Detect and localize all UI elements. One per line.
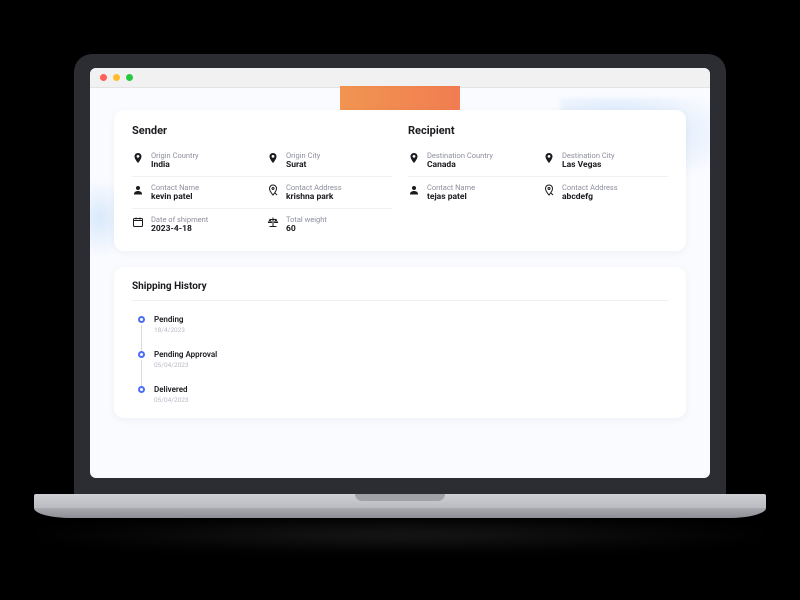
recipient-contact-address-field: Contact Address abcdefg: [543, 183, 668, 202]
recipient-section: Recipient Destination Country Canada: [408, 124, 668, 241]
dest-city-label: Destination City: [562, 151, 615, 160]
page-content: Sender Origin Country India: [90, 88, 710, 478]
sender-contact-name-field: Contact Name kevin patel: [132, 183, 257, 202]
timeline-dot-icon: [138, 351, 145, 358]
recipient-contact-address-label: Contact Address: [562, 183, 618, 192]
sender-contact-name-label: Contact Name: [151, 183, 199, 192]
sender-contact-address-value: krishna park: [286, 192, 342, 202]
origin-city-value: Surat: [286, 160, 320, 170]
shipment-date-label: Date of shipment: [151, 215, 208, 224]
person-icon: [132, 184, 144, 196]
sender-contact-address-field: Contact Address krishna park: [267, 183, 392, 202]
shipment-date-value: 2023-4-18: [151, 224, 208, 234]
recipient-contact-name-field: Contact Name tejas patel: [408, 183, 533, 202]
window-titlebar: [90, 68, 710, 88]
recipient-contact-name-label: Contact Name: [427, 183, 475, 192]
timeline-dot-icon: [138, 386, 145, 393]
sender-section: Sender Origin Country India: [132, 124, 392, 241]
recipient-row-2: Contact Name tejas patel Contact Address: [408, 177, 668, 208]
timeline-dot-icon: [138, 316, 145, 323]
total-weight-value: 60: [286, 224, 327, 234]
location-pin-icon: [408, 152, 420, 164]
dest-country-value: Canada: [427, 160, 493, 170]
timeline-item: Pending 18/4/2023: [138, 315, 668, 350]
sender-row-2: Contact Name kevin patel Contact Address: [132, 177, 392, 209]
origin-country-label: Origin Country: [151, 151, 199, 160]
app-window: Sender Origin Country India: [90, 68, 710, 478]
calendar-icon: [132, 216, 144, 228]
shipment-details-card: Sender Origin Country India: [114, 110, 686, 251]
timeline-date: 18/4/2023: [154, 326, 668, 334]
person-icon: [408, 184, 420, 196]
laptop-base: [34, 494, 766, 524]
dest-city-field: Destination City Las Vegas: [543, 151, 668, 170]
shipping-history-title: Shipping History: [132, 281, 668, 301]
timeline: Pending 18/4/2023 Pending Approval 05/04…: [132, 315, 668, 408]
address-pin-icon: [267, 184, 279, 196]
timeline-item: Pending Approval 05/04/2023: [138, 350, 668, 385]
sender-row-1: Origin Country India Origin City: [132, 145, 392, 177]
shipment-date-field: Date of shipment 2023-4-18: [132, 215, 257, 234]
timeline-status: Pending Approval: [154, 350, 668, 359]
recipient-contact-address-value: abcdefg: [562, 192, 618, 202]
recipient-title: Recipient: [408, 124, 668, 137]
dest-country-label: Destination Country: [427, 151, 493, 160]
sender-row-3: Date of shipment 2023-4-18 Total weight: [132, 209, 392, 240]
recipient-row-1: Destination Country Canada Destination C…: [408, 145, 668, 177]
origin-city-label: Origin City: [286, 151, 320, 160]
total-weight-label: Total weight: [286, 215, 327, 224]
close-icon[interactable]: [100, 74, 107, 81]
recipient-contact-name-value: tejas patel: [427, 192, 475, 202]
screen-bezel: Sender Origin Country India: [74, 54, 726, 494]
timeline-item: Delivered 05/04/2023: [138, 385, 668, 408]
location-pin-icon: [543, 152, 555, 164]
dest-city-value: Las Vegas: [562, 160, 615, 170]
shipping-history-card: Shipping History Pending 18/4/2023 Pendi…: [114, 267, 686, 418]
timeline-status: Delivered: [154, 385, 668, 394]
sender-contact-address-label: Contact Address: [286, 183, 342, 192]
location-pin-icon: [132, 152, 144, 164]
sender-contact-name-value: kevin patel: [151, 192, 199, 202]
dest-country-field: Destination Country Canada: [408, 151, 533, 170]
timeline-status: Pending: [154, 315, 668, 324]
address-pin-icon: [543, 184, 555, 196]
maximize-icon[interactable]: [126, 74, 133, 81]
timeline-date: 05/04/2023: [154, 361, 668, 369]
minimize-icon[interactable]: [113, 74, 120, 81]
origin-country-field: Origin Country India: [132, 151, 257, 170]
timeline-date: 05/04/2023: [154, 396, 668, 404]
laptop-mockup: Sender Origin Country India: [74, 54, 726, 524]
origin-country-value: India: [151, 160, 199, 170]
sender-title: Sender: [132, 124, 392, 137]
origin-city-field: Origin City Surat: [267, 151, 392, 170]
scale-icon: [267, 216, 279, 228]
total-weight-field: Total weight 60: [267, 215, 392, 234]
location-pin-icon: [267, 152, 279, 164]
